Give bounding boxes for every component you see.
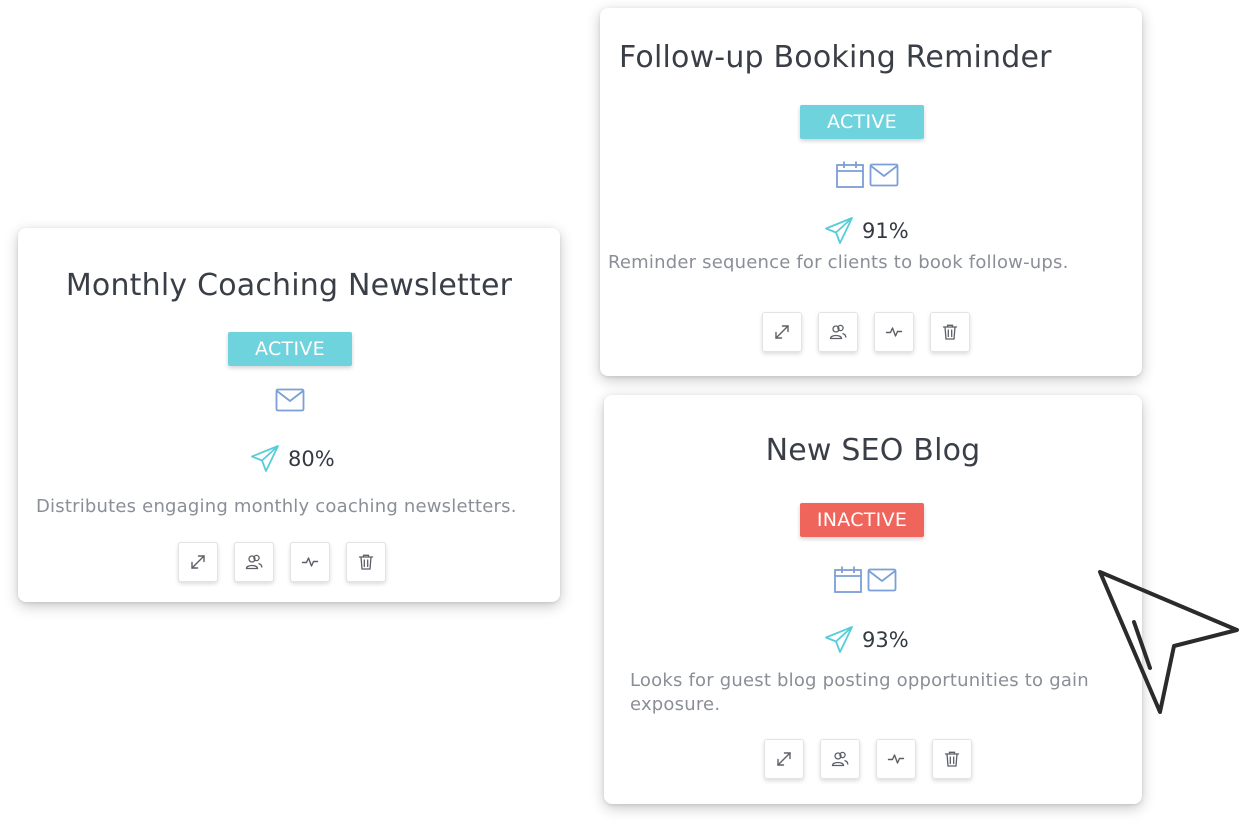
open-rate: 93% xyxy=(824,625,909,655)
activity-icon xyxy=(301,557,319,567)
campaign-description: Reminder sequence for clients to book fo… xyxy=(608,252,1069,273)
trash-icon xyxy=(942,324,958,340)
open-rate: 91% xyxy=(824,216,909,246)
card-actions xyxy=(178,542,386,582)
activity-icon xyxy=(887,754,905,764)
campaign-card[interactable]: New SEO Blog INACTIVE 93% Looks for gues… xyxy=(604,395,1142,804)
status-badge: ACTIVE xyxy=(800,105,924,139)
contacts-button[interactable] xyxy=(818,312,858,352)
channel-icons xyxy=(833,565,897,595)
users-icon xyxy=(245,554,263,570)
send-icon xyxy=(251,445,279,472)
campaign-card[interactable]: Follow-up Booking Reminder ACTIVE 91% Re… xyxy=(600,8,1142,376)
expand-icon xyxy=(775,325,789,339)
campaign-description: Distributes engaging monthly coaching ne… xyxy=(36,496,517,517)
activity-icon xyxy=(885,327,903,337)
open-rate-value: 80% xyxy=(288,447,335,471)
calendar-icon xyxy=(836,161,864,188)
channel-icons xyxy=(835,160,899,190)
send-icon xyxy=(825,217,853,244)
expand-icon xyxy=(777,752,791,766)
trash-icon xyxy=(944,751,960,767)
users-icon xyxy=(831,751,849,767)
calendar-icon xyxy=(834,566,862,593)
campaign-title: Follow-up Booking Reminder xyxy=(619,40,1052,75)
delete-button[interactable] xyxy=(930,312,970,352)
card-actions xyxy=(762,312,970,352)
card-actions xyxy=(764,739,972,779)
send-icon xyxy=(825,626,853,653)
trash-icon xyxy=(358,554,374,570)
activity-button[interactable] xyxy=(876,739,916,779)
campaign-title: New SEO Blog xyxy=(765,433,981,468)
expand-button[interactable] xyxy=(178,542,218,582)
contacts-button[interactable] xyxy=(820,739,860,779)
expand-icon xyxy=(191,555,205,569)
activity-button[interactable] xyxy=(874,312,914,352)
mail-icon xyxy=(867,568,897,592)
activity-button[interactable] xyxy=(290,542,330,582)
expand-button[interactable] xyxy=(764,739,804,779)
delete-button[interactable] xyxy=(346,542,386,582)
open-rate-value: 91% xyxy=(862,219,909,243)
contacts-button[interactable] xyxy=(234,542,274,582)
channel-icons xyxy=(275,388,305,412)
users-icon xyxy=(829,324,847,340)
expand-button[interactable] xyxy=(762,312,802,352)
mail-icon xyxy=(275,388,305,412)
open-rate: 80% xyxy=(250,444,335,474)
status-badge: ACTIVE xyxy=(228,332,352,366)
mouse-pointer-icon xyxy=(1098,570,1239,714)
status-badge: INACTIVE xyxy=(800,503,924,537)
campaign-title: Monthly Coaching Newsletter xyxy=(65,268,513,303)
open-rate-value: 93% xyxy=(862,628,909,652)
campaign-description: Looks for guest blog posting opportuniti… xyxy=(630,670,1089,715)
mail-icon xyxy=(869,163,899,187)
campaign-card[interactable]: Monthly Coaching Newsletter ACTIVE 80% D… xyxy=(18,228,560,602)
delete-button[interactable] xyxy=(932,739,972,779)
